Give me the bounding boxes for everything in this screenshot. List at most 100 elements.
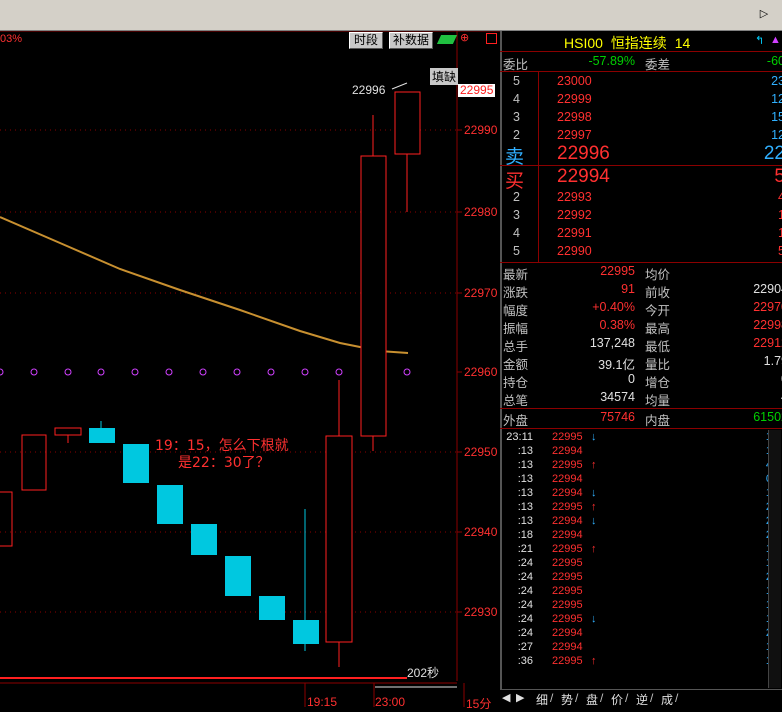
- stat-value: 0: [628, 372, 635, 386]
- tick-time: :27: [517, 641, 533, 653]
- tick-time: :13: [517, 487, 533, 499]
- tab-separator: /: [575, 691, 579, 705]
- stat-label: 幅度: [503, 304, 529, 318]
- tab-2[interactable]: 盘: [586, 691, 598, 708]
- ask-price: 22997: [557, 128, 592, 142]
- stat-label: 量比: [645, 358, 671, 372]
- stat-value: 0: [728, 372, 782, 386]
- stat-value: 22912: [753, 336, 782, 350]
- tick-price: 22995: [552, 571, 583, 583]
- pct-label: 03%: [0, 33, 23, 45]
- quote-panel: [500, 31, 782, 707]
- bid-price: 22992: [557, 208, 592, 222]
- tab-4[interactable]: 逆: [636, 691, 648, 708]
- stat-value: 34574: [600, 390, 635, 404]
- ask1-price: 22996: [557, 143, 610, 164]
- ask-volume: 12: [771, 92, 782, 106]
- tick-price: 22995: [552, 543, 583, 555]
- tab-separator: /: [600, 691, 604, 705]
- stat-value: 0.38%: [599, 318, 635, 332]
- tick-arrow-icon: ↓: [591, 431, 597, 443]
- y-tick: 22950: [464, 445, 498, 459]
- bid-level: 2: [513, 190, 520, 204]
- bid-volume: 5: [778, 244, 782, 258]
- supplement-data-button[interactable]: 补数据: [389, 32, 433, 49]
- stat-label: 前收: [645, 286, 671, 300]
- tick-scrollbar[interactable]: [768, 430, 781, 688]
- tick-arrow-icon: ↓: [591, 487, 597, 499]
- ask-price: 22999: [557, 92, 592, 106]
- tick-time: :24: [517, 627, 533, 639]
- stat-value: 22970: [753, 300, 782, 314]
- kline-chart[interactable]: 03% 时段 补数据 ⊕ 填缺 22996 22995 22990 22980 …: [0, 31, 500, 711]
- ask-level: 4: [513, 92, 520, 106]
- kline-svg: [0, 31, 500, 707]
- tick-time: :13: [517, 445, 533, 457]
- tab-1[interactable]: 势: [561, 691, 573, 708]
- ask-price: 22998: [557, 110, 592, 124]
- tick-price: 22994: [552, 473, 583, 485]
- y-tick: 22970: [464, 286, 498, 300]
- tab-separator: /: [625, 691, 629, 705]
- stat-label: 振幅: [503, 322, 529, 336]
- high-price-label: 22996: [352, 83, 386, 97]
- stat-label: 金额: [503, 358, 529, 372]
- bid-volume: 1: [778, 208, 782, 222]
- tab-3[interactable]: 价: [611, 691, 623, 708]
- bid-volume: 4: [778, 190, 782, 204]
- tick-arrow-icon: ↑: [591, 655, 597, 667]
- scroll-right-icon[interactable]: ▷: [757, 7, 771, 21]
- ask1-vol: 22: [763, 143, 782, 164]
- y-tick: 22960: [464, 365, 498, 379]
- tick-time: :24: [517, 557, 533, 569]
- tab-separator: /: [675, 691, 679, 705]
- bid1-price: 22994: [557, 166, 610, 187]
- tab-0[interactable]: 细: [536, 691, 548, 708]
- stat-label: 最新: [503, 268, 529, 282]
- maximize-icon[interactable]: [486, 33, 497, 44]
- tick-price: 22994: [552, 529, 583, 541]
- period-button[interactable]: 时段: [349, 32, 383, 49]
- tick-time: :13: [517, 473, 533, 485]
- bid-price: 22991: [557, 226, 592, 240]
- ask-level: 5: [513, 74, 520, 88]
- stat-label: 均价: [645, 268, 671, 282]
- switch-icon[interactable]: ↰: [755, 34, 764, 47]
- stat-label: 增仓: [645, 376, 671, 390]
- tick-price: 22995: [552, 431, 583, 443]
- tick-price: 22995: [552, 459, 583, 471]
- settings-icon[interactable]: ⊕: [460, 31, 469, 44]
- bid1-vol: 5: [774, 166, 782, 187]
- stat-value: 91: [621, 282, 635, 296]
- stat-label: 最低: [645, 340, 671, 354]
- bottom-tabbar: ◀ ▶ 细 / 势 / 盘 / 价 / 逆 / 成 /: [500, 689, 782, 708]
- tab-5[interactable]: 成: [661, 691, 673, 708]
- inner-label: 内盘: [645, 414, 671, 428]
- tick-price: 22995: [552, 655, 583, 667]
- tick-time: :24: [517, 571, 533, 583]
- bid1-label: 买: [505, 171, 525, 192]
- chart-icon[interactable]: ▲: [770, 34, 781, 46]
- tick-time: 23:11: [506, 431, 533, 443]
- symbol-extra: 14: [674, 35, 691, 51]
- outer-label: 外盘: [503, 414, 529, 428]
- tick-price: 22994: [552, 445, 583, 457]
- tick-time: :13: [517, 459, 533, 471]
- fill-gap-label[interactable]: 填缺: [430, 68, 459, 85]
- tick-arrow-icon: ↓: [591, 613, 597, 625]
- period-label: 15分: [466, 697, 492, 711]
- tab-prev-icon[interactable]: ◀: [502, 691, 510, 704]
- ask-level: 3: [513, 110, 520, 124]
- tick-price: 22995: [552, 613, 583, 625]
- tick-time: :36: [517, 655, 533, 667]
- tab-separator: /: [550, 691, 554, 705]
- y-tick: 22990: [464, 123, 498, 137]
- stat-value: 22995: [600, 264, 635, 278]
- tab-separator: /: [650, 691, 654, 705]
- tab-next-icon[interactable]: ▶: [516, 691, 524, 704]
- ask-volume: 12: [771, 128, 782, 142]
- commit-ratio-value: -57.89%: [588, 54, 635, 68]
- tick-arrow-icon: ↑: [591, 501, 597, 513]
- tick-price: 22995: [552, 585, 583, 597]
- symbol-code: HSI00: [564, 35, 603, 51]
